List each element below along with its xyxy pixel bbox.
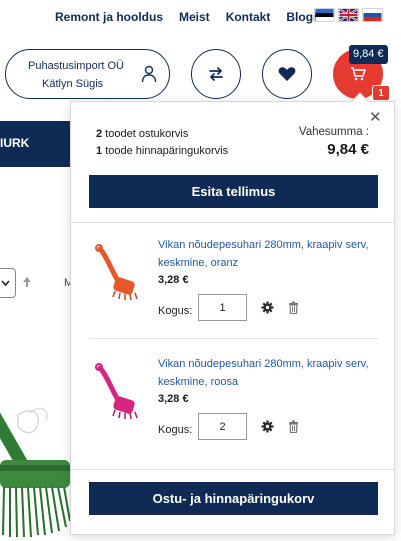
cart-total-badge: 9,84 € — [349, 45, 388, 64]
checkout-button[interactable]: Esita tellimus — [89, 175, 378, 208]
cart-item: Vikan nõudepesuhari 280mm, kraapiv serv,… — [71, 348, 394, 458]
nav-link-remont[interactable]: Remont ja hooldus — [55, 10, 163, 24]
sort-direction-icon[interactable] — [22, 276, 32, 288]
cart-subtotal: Vahesumma : 9,84 € — [299, 126, 369, 158]
gear-icon[interactable] — [261, 420, 274, 433]
subtotal-label: Vahesumma : — [298, 126, 369, 138]
nav-link-meist[interactable]: Meist — [179, 10, 210, 24]
gear-icon[interactable] — [261, 301, 274, 314]
quantity-label: Kogus: — [158, 305, 193, 317]
quote-product-count-label: toode hinnapäringukorvis — [105, 145, 229, 157]
account-company: Puhastusimport OÜ — [28, 60, 124, 72]
product-thumbnail-orange-brush[interactable] — [91, 239, 143, 301]
cart-product-count-label: toodet ostukorvis — [105, 128, 189, 140]
uk-flag-icon[interactable] — [338, 8, 359, 22]
trash-icon[interactable] — [288, 420, 299, 433]
quote-product-count: 1 — [96, 145, 103, 157]
compare-button[interactable] — [191, 49, 241, 99]
subtotal-value: 9,84 € — [327, 141, 369, 158]
cart-item: Vikan nõudepesuhari 280mm, kraapiv serv,… — [71, 229, 394, 339]
product-price: 3,28 € — [158, 274, 189, 286]
product-name-link[interactable]: Vikan nõudepesuhari 280mm, kraapiv serv,… — [158, 236, 378, 272]
account-button[interactable]: Puhastusimport OÜ Kätlyn Sügis — [5, 49, 170, 99]
category-menu-bar[interactable]: IURK — [0, 121, 70, 167]
product-image-brush — [0, 407, 70, 538]
compare-icon — [209, 67, 223, 81]
user-icon — [141, 65, 157, 83]
close-icon[interactable]: ✕ — [369, 110, 382, 125]
cart-product-count: 2 — [96, 128, 103, 140]
heart-icon — [278, 67, 296, 81]
quantity-input[interactable] — [198, 413, 247, 440]
trash-icon[interactable] — [288, 301, 299, 314]
product-thumbnail-pink-brush[interactable] — [91, 358, 143, 420]
nav-link-blogi[interactable]: Blogi — [286, 10, 316, 24]
cart-summary-counts: 2 toodet ostukorvis 1 toode hinnapäringu… — [96, 126, 228, 160]
chevron-down-icon — [1, 280, 10, 287]
estonian-flag-icon[interactable] — [314, 8, 335, 22]
wishlist-button[interactable] — [262, 49, 312, 99]
category-menu-label: IURK — [0, 136, 30, 150]
product-price: 3,28 € — [158, 393, 189, 405]
mini-cart-dropdown: ✕ 2 toodet ostukorvis 1 toode hinnapärin… — [70, 92, 395, 535]
russian-flag-icon[interactable] — [362, 8, 383, 22]
divider — [71, 469, 394, 470]
divider — [89, 338, 378, 339]
product-name-link[interactable]: Vikan nõudepesuhari 280mm, kraapiv serv,… — [158, 355, 378, 391]
account-person: Kätlyn Sügis — [42, 78, 104, 90]
divider — [71, 222, 394, 223]
view-cart-button[interactable]: Ostu- ja hinnapäringukorv — [89, 482, 378, 515]
quantity-label: Kogus: — [158, 424, 193, 436]
cart-icon — [351, 67, 366, 81]
language-switcher — [314, 8, 383, 22]
nav-link-kontakt[interactable]: Kontakt — [226, 10, 271, 24]
quantity-input[interactable] — [198, 294, 247, 321]
top-navigation: Remont ja hooldus Meist Kontakt Blogi — [55, 9, 316, 25]
sort-select[interactable] — [0, 268, 16, 298]
cart-count-badge: 1 — [372, 85, 390, 101]
